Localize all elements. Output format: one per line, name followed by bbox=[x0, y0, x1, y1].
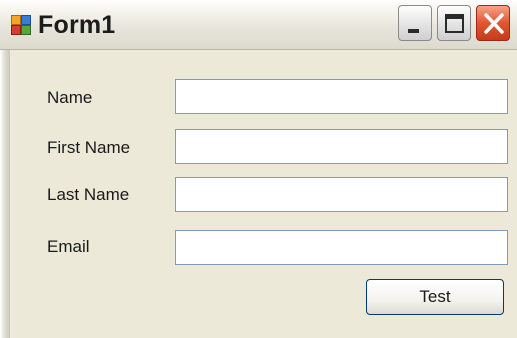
email-field[interactable] bbox=[175, 230, 508, 265]
name-label: Name bbox=[47, 88, 93, 107]
test-button[interactable]: Test bbox=[366, 279, 504, 315]
minimize-button[interactable] bbox=[398, 5, 432, 41]
window-title: Form1 bbox=[38, 11, 116, 39]
app-icon[interactable] bbox=[11, 15, 31, 35]
close-icon bbox=[484, 13, 504, 34]
form1-window: Form1 Name First Name Last Name Email Te… bbox=[0, 0, 517, 338]
maximize-icon bbox=[445, 14, 464, 33]
minimize-icon bbox=[408, 29, 419, 33]
first-name-label: First Name bbox=[47, 138, 131, 157]
close-button[interactable] bbox=[476, 5, 510, 41]
email-label: Email bbox=[47, 237, 90, 256]
maximize-button[interactable] bbox=[437, 5, 471, 41]
window-border-left bbox=[0, 50, 10, 338]
name-field[interactable] bbox=[175, 79, 508, 114]
first-name-field[interactable] bbox=[175, 129, 508, 164]
title-bar[interactable]: Form1 bbox=[0, 0, 517, 50]
last-name-label: Last Name bbox=[47, 185, 130, 204]
last-name-field[interactable] bbox=[175, 177, 508, 212]
